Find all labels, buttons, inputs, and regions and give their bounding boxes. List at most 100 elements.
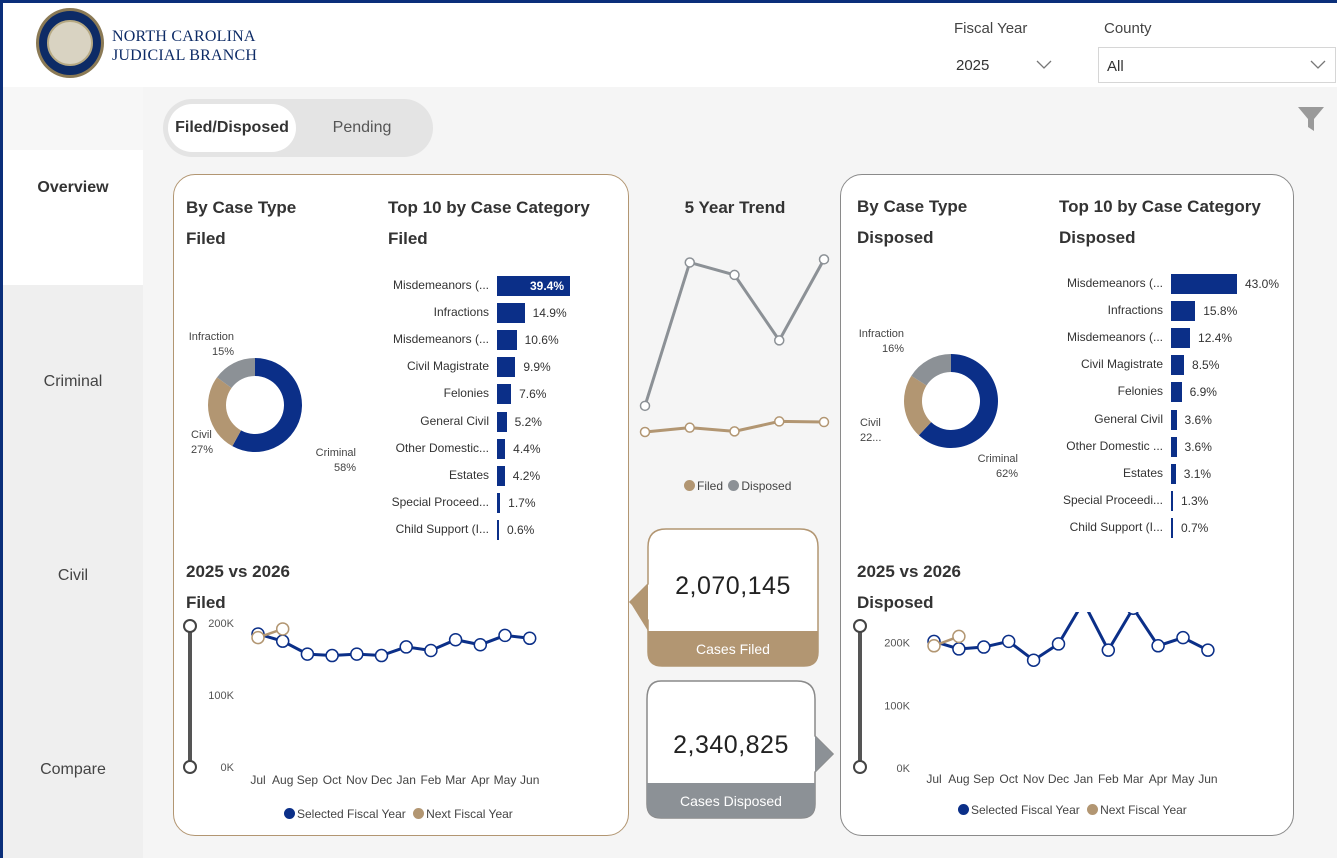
disposed-donut-label-infraction: Infraction 16% [858,328,904,355]
trend-legend: Filed Disposed [684,479,791,493]
filed-bar[interactable] [497,357,516,378]
disposed-monthly-series-point [1001,634,1016,649]
filed-monthly-y-tick: 0K [221,762,235,774]
disposed-bar[interactable] [1171,382,1182,403]
filed-monthly-range-slider-handle-bottom[interactable] [183,760,197,774]
disposed-category-label: Felonies [1117,384,1163,399]
disposed-monthly-x-tick: Mar [1123,772,1144,786]
disposed-bar[interactable] [1171,490,1173,511]
disposed-category-label: Other Domestic ... [1066,438,1163,453]
legend-dot-selected [958,804,969,815]
filed-bar-value: 7.6% [519,387,547,402]
disposed-monthly-line-chart[interactable]: 200K 100K 0K Jul Aug Sep Oct Nov Dec Jan Feb Mar Apr… [846,612,1288,797]
filed-category-label: Misdemeanors (... [392,332,489,347]
filed-bar-value: 0.6% [507,522,535,537]
filed-bar[interactable] [497,384,512,405]
filter-funnel-icon[interactable] [1297,106,1325,132]
filed-monthly-series-point [399,640,413,654]
nav-overview-highlight [3,150,143,285]
disposed-bar[interactable] [1171,274,1237,294]
filed-monthly-y-tick: 100K [208,690,234,702]
filed-bar-value: 4.4% [513,441,541,456]
filed-bar[interactable] [497,411,507,432]
disposed-bar[interactable] [1171,328,1191,349]
filed-category-label: Other Domestic... [395,440,489,455]
nav-item-overview[interactable]: Overview [3,179,143,197]
filed-monthly-x-tick: Jun [520,773,539,787]
disposed-monthly-range-slider-handle-bottom[interactable] [853,760,867,774]
filed-bar-value: 39.4% [530,279,565,293]
filed-monthly-series-point [374,648,389,663]
filed-category-label: General Civil [420,413,489,428]
disposed-monthly-series-line [933,612,1209,663]
legend-dot-next [413,808,425,819]
filed-bar[interactable] [497,492,501,513]
filed-bar-value: 9.9% [523,360,551,375]
filed-monthly-x-tick: Dec [371,773,392,787]
county-label: County [1104,20,1152,37]
filed-category-label: Infractions [433,305,489,320]
trend-point-disposed [639,400,651,412]
disposed-category-label: General Civil [1094,411,1163,426]
disposed-bar-value: 6.9% [1189,385,1217,400]
legend-dot-selected [284,808,295,819]
disposed-monthly-x-tick: Oct [999,772,1018,786]
filed-bar[interactable] [497,330,517,351]
trend-point-filed [639,426,651,438]
tab-pending[interactable]: Pending [310,119,414,137]
filed-bar[interactable] [497,465,505,486]
brand-line-2: JUDICIAL BRANCH [112,47,258,64]
disposed-compare-title: 2025 vs 2026 [857,562,961,581]
chevron-down-icon[interactable] [1310,60,1326,70]
cases-disposed-value: 2,340,825 [673,731,789,759]
filed-monthly-x-tick: Sep [297,773,319,787]
disposed-category-label: Estates [1122,465,1163,480]
filed-bar[interactable] [497,303,525,324]
disposed-case-type-subtitle: Disposed [857,228,934,247]
disposed-bar[interactable] [1171,355,1185,376]
trend-point-filed [774,416,785,427]
disposed-monthly-series-point [1051,637,1066,651]
disposed-bar[interactable] [1171,517,1173,538]
disposed-bar[interactable] [1171,301,1196,322]
disposed-compare-subtitle: Disposed [857,593,934,612]
disposed-monthly-range-slider-handle-top[interactable] [853,619,867,633]
filed-monthly-range-slider-handle-top[interactable] [183,619,197,633]
tab-filed-disposed[interactable]: Filed/Disposed [168,119,296,137]
disposed-monthly-legend: Selected Fiscal Year Next Fiscal Year [958,803,1187,817]
nav-item-compare[interactable]: Compare [3,761,143,779]
trend-point-disposed [684,257,695,268]
disposed-bar[interactable] [1171,463,1176,484]
trend-line-disposed [643,258,826,407]
nav-item-criminal[interactable]: Criminal [3,373,143,391]
nav-item-civil[interactable]: Civil [3,567,143,585]
filed-bar[interactable] [497,438,506,459]
county-dropdown[interactable]: All [1098,47,1336,83]
disposed-bar-value: 3.6% [1184,439,1212,454]
filed-category-label: Child Support (I... [395,521,489,536]
disposed-bar[interactable] [1171,409,1177,430]
trend-point-disposed [774,335,785,346]
filed-bar[interactable] [497,519,499,540]
disposed-donut-label-criminal: Criminal 62% [977,453,1018,480]
disposed-monthly-series-point [927,639,941,653]
filed-category-bar-chart: Misdemeanors (... 39.4% Infractions 14.9% Mi… [370,276,615,546]
disposed-monthly-series-point [1151,639,1165,653]
filed-monthly-series-point [473,638,488,652]
filed-category-subtitle: Filed [388,229,428,248]
disposed-monthly-series-point [1201,643,1215,657]
filed-monthly-x-tick: May [494,773,517,787]
disposed-category-label: Misdemeanors (... [1066,330,1163,345]
disposed-bar[interactable] [1171,436,1177,457]
filed-monthly-line-chart[interactable]: 200K 100K 0K Jul Aug Sep Oct Nov Dec Jan Feb Mar Apr… [176,612,616,797]
five-year-trend-chart[interactable] [636,232,836,462]
chevron-down-icon[interactable] [1036,60,1052,70]
disposed-monthly-series-point [1176,630,1190,645]
disposed-bar-value: 15.8% [1203,304,1238,319]
legend-dot-next [1087,804,1099,815]
cases-disposed-label: Cases Disposed [680,793,782,809]
disposed-monthly-x-tick: Apr [1149,772,1168,786]
cases-filed-value: 2,070,145 [675,572,791,600]
disposed-donut-slice-civil [904,375,932,436]
filed-bar-value: 14.9% [532,306,567,321]
